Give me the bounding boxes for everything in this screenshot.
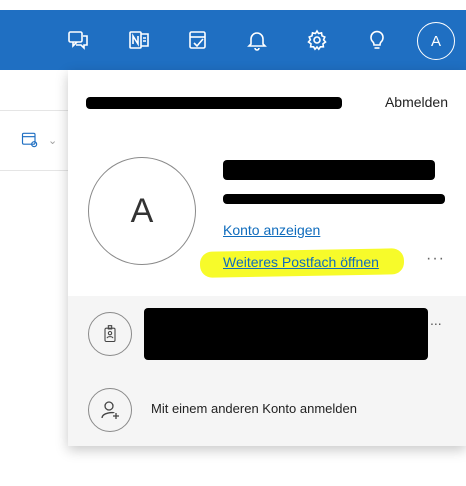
add-another-account-row[interactable]: Mit einem anderen Konto anmelden (68, 372, 466, 446)
top-app-bar: A (0, 10, 466, 70)
account-avatar-button[interactable]: A (417, 22, 455, 60)
redacted-account-name (223, 160, 435, 180)
calendar-settings-dropdown[interactable]: ⌄ (20, 128, 64, 152)
toolbar-divider (0, 170, 68, 171)
toolbar-divider (0, 110, 68, 111)
calendar-gear-icon (21, 132, 38, 148)
primary-avatar-initial: A (130, 191, 154, 230)
secondary-account-avatar (88, 312, 132, 356)
onenote-icon[interactable] (125, 26, 153, 54)
chevron-down-icon: ⌄ (48, 134, 58, 147)
view-account-link[interactable]: Konto anzeigen (223, 222, 320, 238)
outlook-window: A ⌄ Abmelden A Konto anzeigen Weiteres P… (0, 0, 466, 486)
secondary-more-options-button[interactable]: ... (430, 312, 442, 328)
sign-out-link[interactable]: Abmelden (385, 94, 448, 110)
account-avatar-initial: A (430, 32, 441, 50)
more-options-button[interactable]: ··· (426, 250, 445, 268)
id-badge-icon (104, 325, 116, 343)
redacted-secondary-account (144, 308, 428, 360)
chat-feedback-icon[interactable] (64, 26, 92, 54)
open-other-mailbox-link[interactable]: Weiteres Postfach öffnen (223, 254, 379, 270)
redacted-organization (86, 97, 342, 109)
redacted-account-email (223, 194, 445, 204)
primary-account-section: Abmelden A Konto anzeigen Weiteres Postf… (68, 70, 466, 296)
gear-icon[interactable] (303, 26, 331, 54)
tasks-icon[interactable] (184, 26, 212, 54)
add-account-label: Mit einem anderen Konto anmelden (151, 401, 357, 416)
account-manager-panel: Abmelden A Konto anzeigen Weiteres Postf… (68, 70, 466, 446)
lightbulb-icon[interactable] (363, 26, 391, 54)
add-account-avatar (88, 388, 132, 432)
bell-icon[interactable] (243, 26, 271, 54)
primary-account-avatar: A (88, 157, 196, 265)
secondary-account-row[interactable]: ... (68, 296, 466, 372)
add-person-icon (101, 401, 119, 419)
